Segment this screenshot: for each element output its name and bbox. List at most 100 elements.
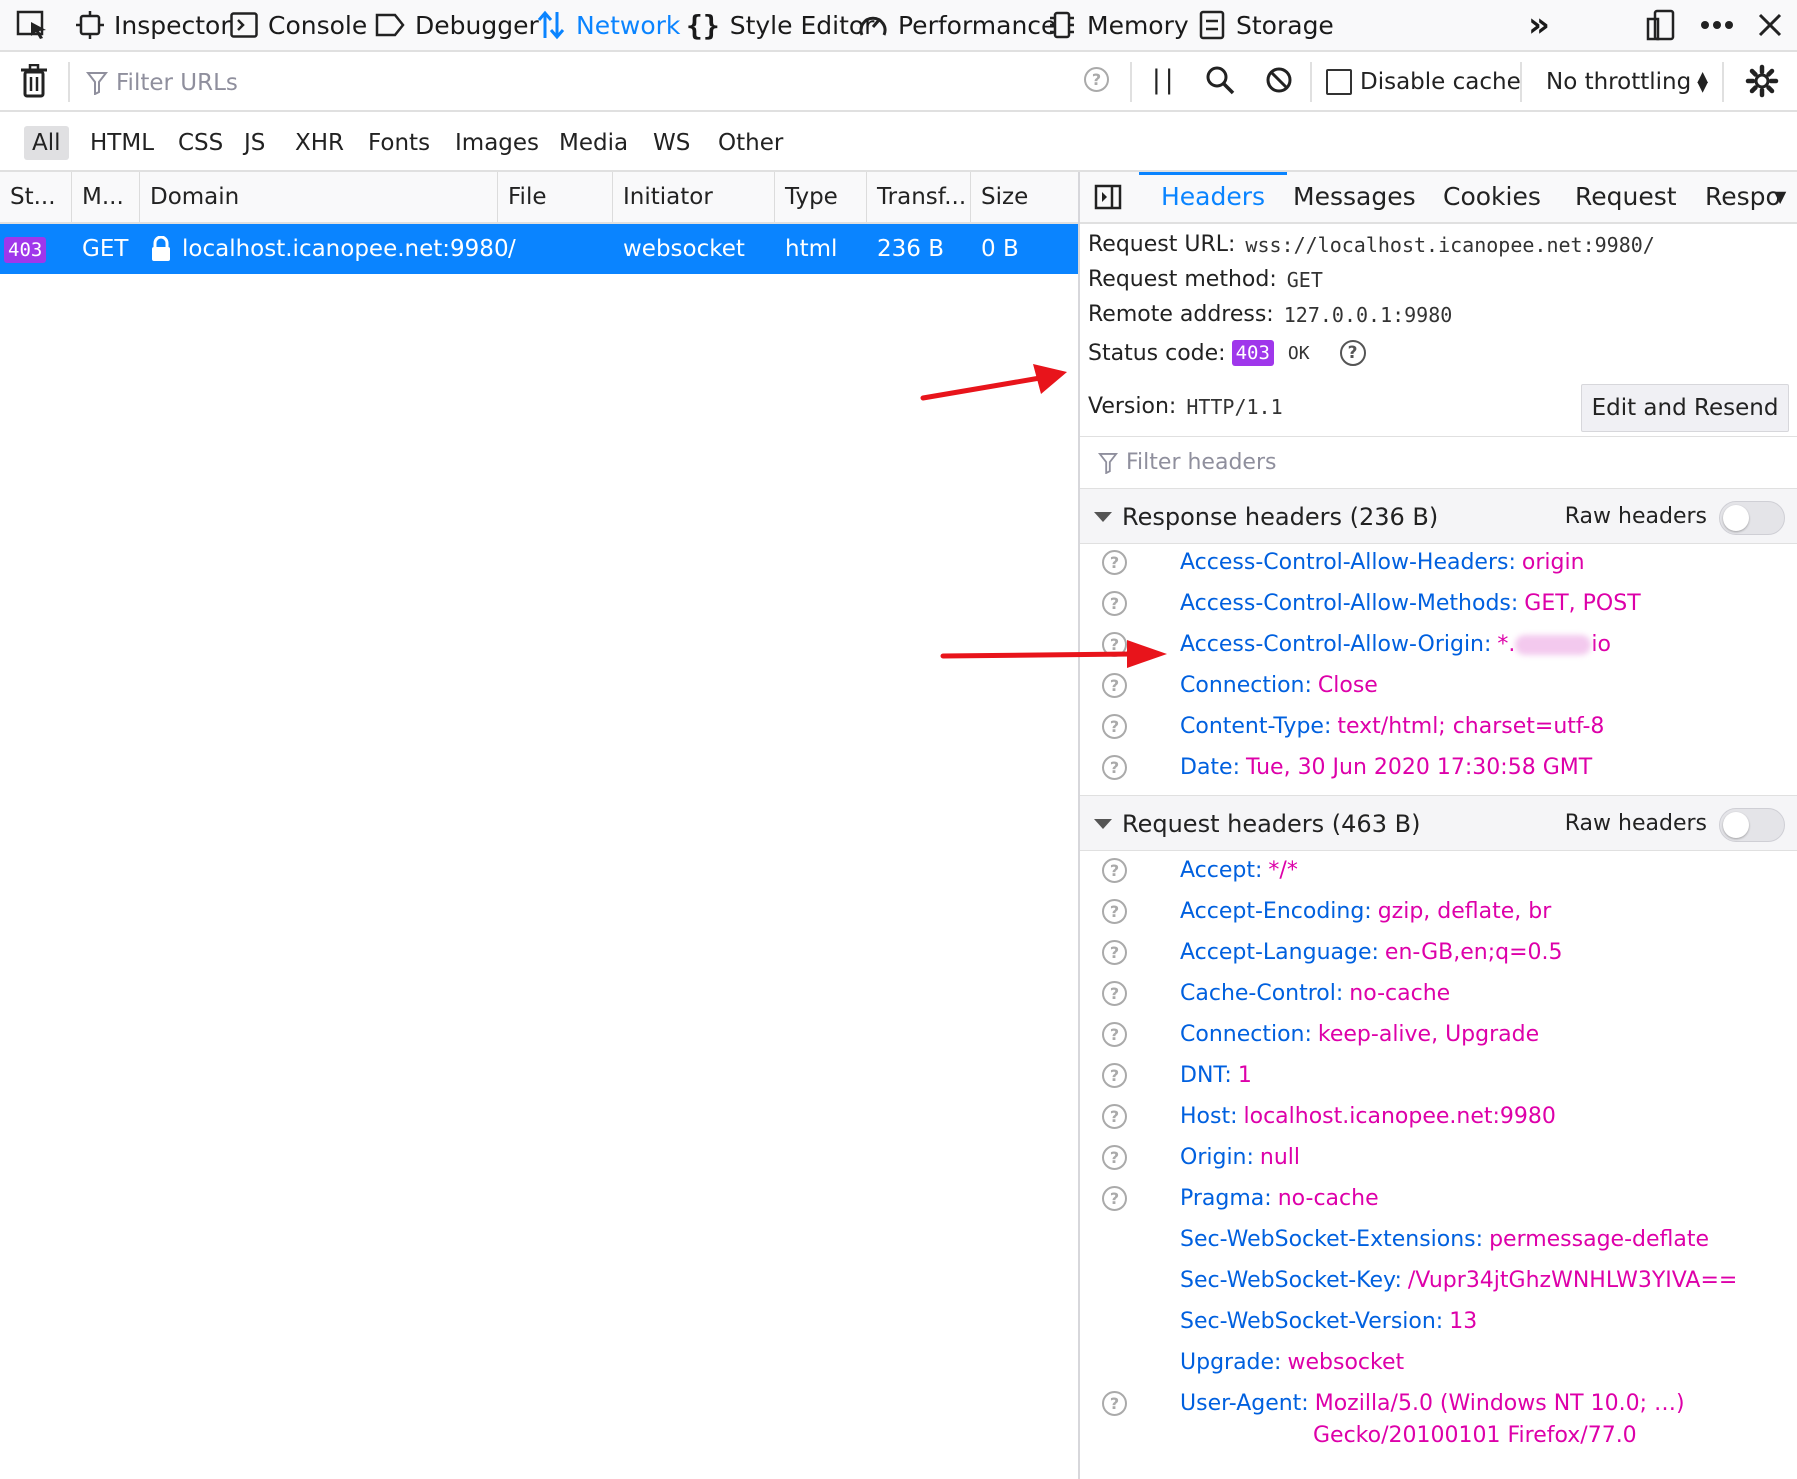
header-row[interactable]: Sec-WebSocket-Extensions: permessage-defl… — [1080, 1221, 1797, 1262]
header-row[interactable]: ? Accept: */* — [1080, 852, 1797, 893]
type-filter-css[interactable]: CSS — [170, 126, 231, 160]
tab-headers[interactable]: Headers — [1138, 172, 1288, 222]
tab-memory[interactable]: Memory — [1047, 0, 1189, 50]
help-icon[interactable]: ? — [1102, 1186, 1127, 1211]
help-icon[interactable]: ? — [1102, 550, 1127, 575]
header-row[interactable]: ? Connection: keep-alive, Upgrade — [1080, 1016, 1797, 1057]
header-row[interactable]: ? Content-Type: text/html; charset=utf-8 — [1080, 708, 1797, 749]
type-filter-media[interactable]: Media — [551, 126, 636, 160]
tab-storage[interactable]: Storage — [1198, 0, 1334, 50]
type-filter-other[interactable]: Other — [710, 126, 791, 160]
header-row[interactable]: ? User-Agent: Mozilla/5.0 (Windows NT 10.0… — [1080, 1385, 1797, 1457]
help-icon[interactable]: ? — [1102, 981, 1127, 1006]
header-value: en-GB,en;q=0.5 — [1384, 940, 1563, 965]
header-row[interactable]: ? Cache-Control: no-cache — [1080, 975, 1797, 1016]
size-cell: 0 B — [981, 236, 1019, 262]
column-file[interactable]: File — [498, 172, 613, 222]
remote-address-row: Remote address: 127.0.0.1:9980 — [1088, 302, 1452, 327]
help-icon[interactable]: ? — [1102, 1063, 1127, 1088]
toggle-sidebar-button[interactable] — [1094, 172, 1122, 222]
status-help-icon[interactable]: ? — [1339, 340, 1366, 366]
toolbar-divider — [1722, 62, 1724, 102]
network-settings-button[interactable] — [1745, 64, 1779, 98]
help-icon[interactable]: ? — [1102, 858, 1127, 883]
block-requests-button[interactable] — [1264, 65, 1294, 95]
disable-cache-checkbox[interactable]: Disable cache — [1326, 64, 1521, 100]
column-size[interactable]: Size — [971, 172, 1078, 222]
table-row[interactable]: 403 GET localhost.icanopee.net:9980 / we… — [0, 224, 1078, 274]
filter-urls-placeholder: Filter URLs — [116, 70, 238, 96]
more-options-button[interactable] — [1700, 0, 1744, 50]
request-method-row: Request method: GET — [1088, 267, 1323, 292]
header-row[interactable]: ? Connection: Close — [1080, 667, 1797, 708]
tab-debugger[interactable]: Debugger — [375, 0, 539, 50]
type-filter-ws[interactable]: WS — [645, 126, 698, 160]
help-icon[interactable]: ? — [1102, 899, 1127, 924]
tabs-overflow-button[interactable]: ▼ — [1774, 172, 1786, 222]
request-headers-section-header[interactable]: Request headers (463 B) Raw headers — [1080, 795, 1797, 851]
help-icon[interactable]: ? — [1102, 673, 1127, 698]
help-icon[interactable]: ? — [1102, 714, 1127, 739]
filter-headers-input[interactable]: Filter headers — [1080, 436, 1797, 488]
help-icon[interactable]: ? — [1102, 1145, 1127, 1170]
raw-headers-toggle[interactable] — [1719, 808, 1785, 842]
tab-console[interactable]: Console — [230, 0, 367, 50]
tab-response[interactable]: Respo — [1705, 172, 1779, 222]
throttling-select[interactable]: No throttling ▲ ▼ — [1546, 64, 1708, 100]
header-row[interactable]: ? DNT: 1 — [1080, 1057, 1797, 1098]
header-row[interactable]: ? Access-Control-Allow-Headers: origin — [1080, 544, 1797, 585]
pause-recording-button[interactable]: || — [1152, 65, 1178, 95]
header-row[interactable]: ? Date: Tue, 30 Jun 2020 17:30:58 GMT — [1080, 749, 1797, 790]
tab-performance[interactable]: Performance — [858, 0, 1056, 50]
header-row[interactable]: ? Origin: null — [1080, 1139, 1797, 1180]
tab-messages[interactable]: Messages — [1293, 172, 1416, 222]
column-status[interactable]: St... — [0, 172, 72, 222]
dock-side-button[interactable] — [1645, 0, 1687, 50]
header-row[interactable]: ? Access-Control-Allow-Origin: *. io — [1080, 626, 1797, 667]
header-row[interactable]: ? Pragma: no-cache — [1080, 1180, 1797, 1221]
updown-chevron-icon: ▲ ▼ — [1697, 69, 1708, 95]
response-headers-section-header[interactable]: Response headers (236 B) Raw headers — [1080, 488, 1797, 544]
header-row[interactable]: ? Host: localhost.icanopee.net:9980 — [1080, 1098, 1797, 1139]
help-icon[interactable]: ? — [1102, 1391, 1127, 1416]
tab-request[interactable]: Request — [1575, 172, 1677, 222]
tab-network[interactable]: Network — [536, 0, 680, 50]
close-devtools-button[interactable] — [1757, 0, 1793, 50]
help-icon[interactable]: ? — [1102, 940, 1127, 965]
edit-and-resend-button[interactable]: Edit and Resend — [1581, 384, 1789, 432]
help-icon[interactable]: ? — [1102, 755, 1127, 780]
header-row[interactable]: ? Accept-Encoding: gzip, deflate, br — [1080, 893, 1797, 934]
header-row[interactable]: Sec-WebSocket-Key:/Vupr34jtGhzWNHLW3YIVA… — [1080, 1262, 1797, 1303]
column-domain[interactable]: Domain — [140, 172, 498, 222]
help-icon[interactable]: ? — [1102, 1022, 1127, 1047]
filter-urls-input[interactable]: Filter URLs — [86, 66, 1066, 100]
toolbar-divider — [1130, 62, 1132, 102]
type-cell: html — [785, 236, 838, 262]
style-editor-icon: {} — [686, 8, 720, 42]
filter-help-button[interactable]: ? — [1084, 67, 1109, 92]
header-row[interactable]: Upgrade: websocket — [1080, 1344, 1797, 1385]
header-row[interactable]: ? Accept-Language: en-GB,en;q=0.5 — [1080, 934, 1797, 975]
header-row[interactable]: ? Access-Control-Allow-Methods: GET, POST — [1080, 585, 1797, 626]
column-transferred[interactable]: Transf... — [867, 172, 971, 222]
type-filter-html[interactable]: HTML — [82, 126, 162, 160]
tab-cookies[interactable]: Cookies — [1443, 172, 1541, 222]
raw-headers-toggle[interactable] — [1719, 501, 1785, 535]
column-initiator[interactable]: Initiator — [613, 172, 775, 222]
column-type[interactable]: Type — [775, 172, 867, 222]
search-button[interactable] — [1204, 64, 1236, 96]
help-icon[interactable]: ? — [1102, 1104, 1127, 1129]
more-tools-button[interactable]: » — [1528, 0, 1550, 50]
help-icon[interactable]: ? — [1102, 591, 1127, 616]
tab-inspector[interactable]: Inspector — [76, 0, 231, 50]
type-filter-images[interactable]: Images — [447, 126, 547, 160]
element-picker-button[interactable] — [16, 0, 60, 50]
column-method[interactable]: M... — [72, 172, 140, 222]
tab-style-editor[interactable]: {} Style Editor — [686, 0, 874, 50]
type-filter-fonts[interactable]: Fonts — [360, 126, 438, 160]
type-filter-js[interactable]: JS — [236, 126, 273, 160]
header-row[interactable]: Sec-WebSocket-Version: 13 — [1080, 1303, 1797, 1344]
type-filter-xhr[interactable]: XHR — [287, 126, 352, 160]
clear-requests-button[interactable] — [20, 64, 48, 98]
type-filter-all[interactable]: All — [24, 126, 69, 160]
